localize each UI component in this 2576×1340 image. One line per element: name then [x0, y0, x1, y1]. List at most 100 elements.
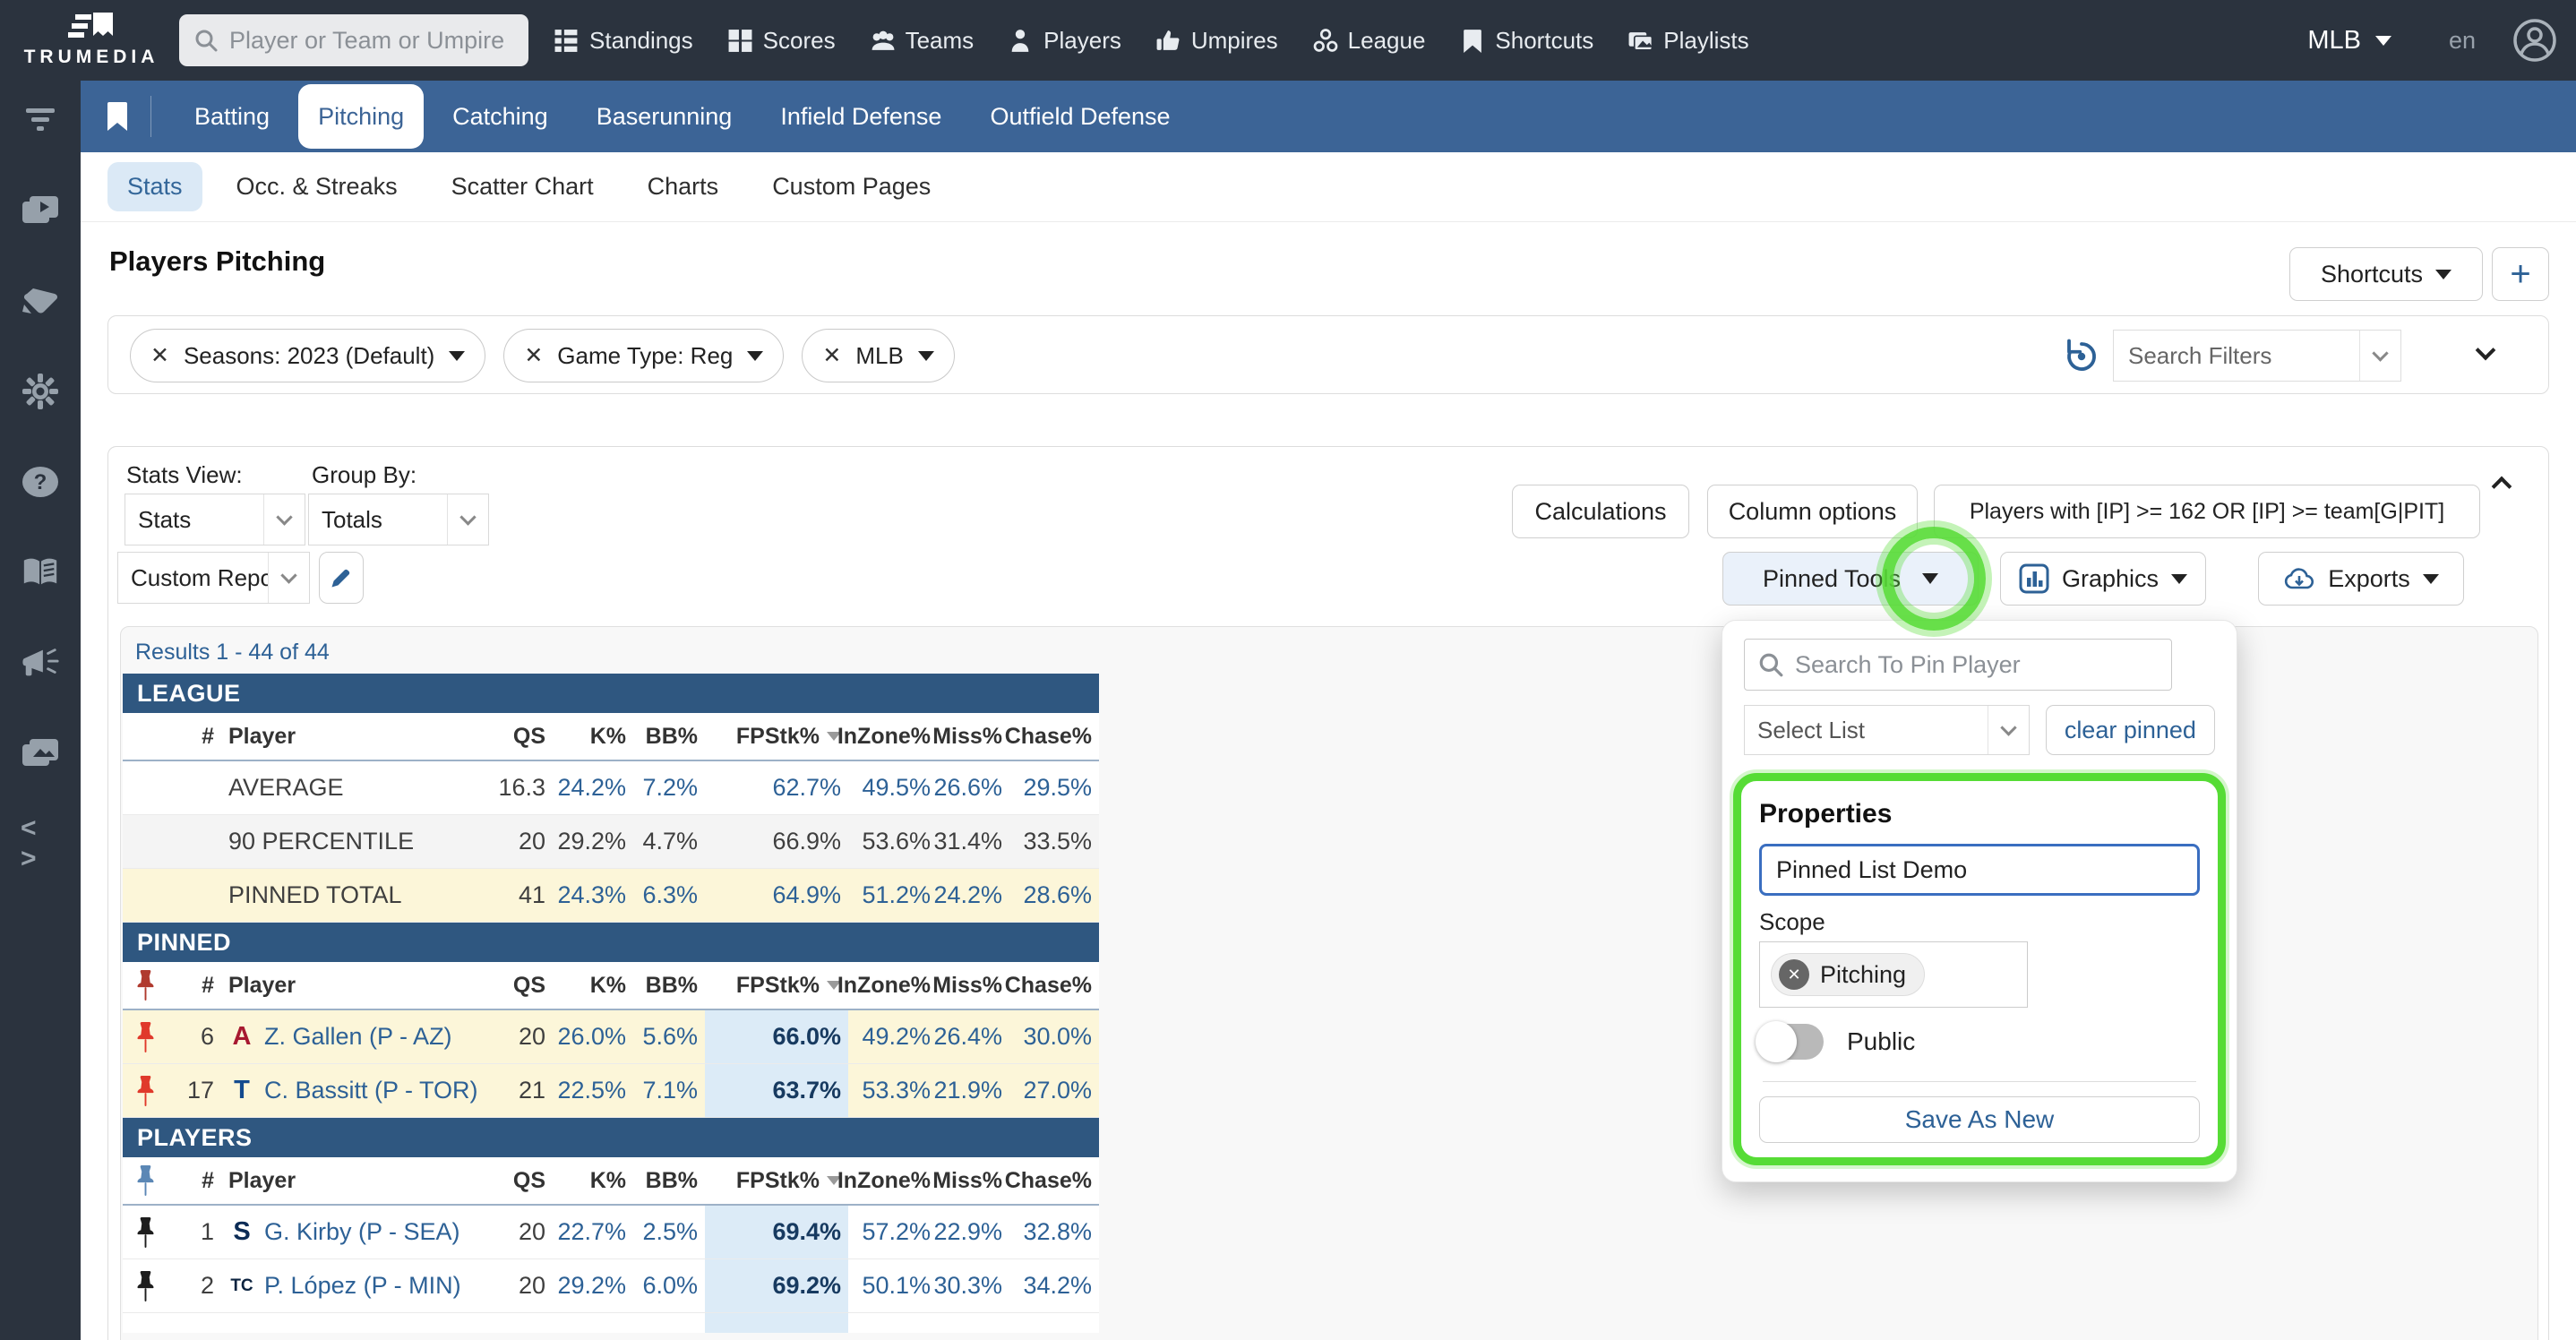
search-filters-select[interactable]: Search Filters — [2113, 330, 2401, 382]
player-link[interactable]: P. López (P - MIN) — [264, 1272, 461, 1300]
filter-chip[interactable]: ✕Seasons: 2023 (Default) — [130, 329, 485, 382]
table-row[interactable]: 1SG. Kirby (P - SEA)2022.7%2.5%69.4%57.2… — [123, 1206, 1099, 1259]
field-icon[interactable] — [21, 281, 60, 321]
pin-player-search-input[interactable] — [1795, 651, 2159, 679]
remove-scope-icon[interactable]: ✕ — [1779, 959, 1809, 990]
col-header-chase[interactable]: Chase% — [1009, 713, 1099, 760]
user-avatar-icon[interactable] — [2512, 17, 2558, 64]
global-search-input[interactable]: Player or Team or Umpire — [179, 14, 528, 66]
filters-icon[interactable] — [21, 100, 60, 140]
col-header-miss[interactable]: Miss% — [938, 1157, 1009, 1204]
shortcuts-button[interactable]: Shortcuts — [2289, 247, 2483, 301]
col-header-num[interactable]: # — [167, 1157, 221, 1204]
settings-gear-icon[interactable] — [21, 372, 60, 411]
glossary-book-icon[interactable] — [21, 553, 60, 592]
filter-history-icon[interactable] — [2063, 338, 2100, 375]
pin-icon[interactable] — [123, 1010, 167, 1063]
col-header-k[interactable]: K% — [553, 713, 633, 760]
public-toggle[interactable] — [1759, 1024, 1824, 1060]
col-header-qs[interactable]: QS — [490, 962, 553, 1009]
sport-tab-catching[interactable]: Catching — [433, 81, 568, 152]
top-nav-teams[interactable]: Teams — [870, 27, 975, 55]
table-row[interactable]: AVERAGE16.324.2%7.2%62.7%49.5%26.6%29.5% — [123, 761, 1099, 815]
save-as-new-button[interactable]: Save As New — [1759, 1096, 2200, 1143]
col-header-miss[interactable]: Miss% — [938, 962, 1009, 1009]
collapse-panel-chevron-icon[interactable] — [2492, 477, 2512, 497]
group-by-select[interactable]: Totals — [308, 494, 489, 545]
view-tab-occ-streaks[interactable]: Occ. & Streaks — [217, 162, 417, 211]
player-link[interactable]: G. Kirby (P - SEA) — [264, 1218, 460, 1246]
bookmark-icon[interactable] — [106, 100, 129, 133]
sport-tab-pitching[interactable]: Pitching — [298, 84, 424, 149]
select-list-dropdown[interactable]: Select List — [1744, 705, 2030, 755]
sport-tab-outfield-defense[interactable]: Outfield Defense — [970, 81, 1189, 152]
col-header-k[interactable]: K% — [553, 1157, 633, 1204]
view-tab-charts[interactable]: Charts — [628, 162, 739, 211]
help-icon[interactable]: ? — [21, 462, 60, 502]
list-name-input[interactable] — [1759, 844, 2200, 896]
collapse-filters-chevron-icon[interactable] — [2476, 340, 2496, 361]
remove-filter-icon[interactable]: ✕ — [822, 342, 841, 369]
sport-tab-batting[interactable]: Batting — [175, 81, 289, 152]
top-nav-playlists[interactable]: Playlists — [1627, 27, 1748, 55]
col-header-qs[interactable]: QS — [490, 713, 553, 760]
pin-header-icon[interactable] — [123, 962, 167, 1009]
column-options-button[interactable]: Column options — [1707, 485, 1918, 538]
video-library-icon[interactable] — [21, 191, 60, 230]
pin-player-search[interactable] — [1744, 639, 2172, 691]
col-header-k[interactable]: K% — [553, 962, 633, 1009]
table-row[interactable]: PINNED TOTAL4124.3%6.3%64.9%51.2%24.2%28… — [123, 869, 1099, 923]
col-header-chase[interactable]: Chase% — [1009, 962, 1099, 1009]
edit-report-button[interactable] — [319, 552, 364, 604]
pin-icon[interactable] — [123, 1259, 167, 1312]
col-header-bb[interactable]: BB% — [633, 962, 705, 1009]
locale-indicator[interactable]: en — [2449, 27, 2476, 55]
remove-filter-icon[interactable]: ✕ — [524, 342, 543, 369]
view-tab-scatter-chart[interactable]: Scatter Chart — [432, 162, 614, 211]
col-header-bb[interactable]: BB% — [633, 713, 705, 760]
top-nav-standings[interactable]: Standings — [554, 27, 693, 55]
view-tab-stats[interactable]: Stats — [107, 162, 202, 211]
col-header-player[interactable]: Player — [221, 1157, 490, 1204]
pin-icon[interactable] — [123, 1206, 167, 1258]
table-row[interactable]: 6AZ. Gallen (P - AZ)2026.0%5.6%66.0%49.2… — [123, 1010, 1099, 1064]
top-nav-players[interactable]: Players — [1008, 27, 1121, 55]
col-header-inzone[interactable]: InZone% — [848, 713, 938, 760]
player-link[interactable]: Z. Gallen (P - AZ) — [264, 1023, 452, 1051]
media-gallery-icon[interactable] — [21, 734, 60, 773]
scope-box[interactable]: ✕ Pitching — [1759, 941, 2028, 1008]
top-nav-scores[interactable]: Scores — [727, 27, 836, 55]
top-nav-umpires[interactable]: Umpires — [1155, 27, 1278, 55]
view-tab-custom-pages[interactable]: Custom Pages — [752, 162, 950, 211]
col-header-miss[interactable]: Miss% — [938, 713, 1009, 760]
col-header-fpstk[interactable]: FPStk% — [705, 713, 848, 760]
col-header-player[interactable]: Player — [221, 962, 490, 1009]
stats-view-select[interactable]: Stats — [125, 494, 305, 545]
graphics-button[interactable]: Graphics — [2000, 552, 2206, 606]
col-header-chase[interactable]: Chase% — [1009, 1157, 1099, 1204]
league-selector[interactable]: MLB — [2307, 26, 2391, 56]
col-header-num[interactable]: # — [167, 962, 221, 1009]
pinned-tools-button[interactable]: Pinned Tools — [1722, 552, 1979, 606]
table-row[interactable]: 2TCP. López (P - MIN)2029.2%6.0%69.2%50.… — [123, 1259, 1099, 1313]
pin-icon[interactable] — [123, 1064, 167, 1117]
player-filter-expression[interactable]: Players with [IP] >= 162 OR [IP] >= team… — [1934, 485, 2480, 538]
add-page-button[interactable]: + — [2492, 247, 2549, 301]
player-link[interactable]: C. Bassitt (P - TOR) — [264, 1077, 478, 1104]
col-header-bb[interactable]: BB% — [633, 1157, 705, 1204]
col-header-fpstk[interactable]: FPStk% — [705, 1157, 848, 1204]
remove-filter-icon[interactable]: ✕ — [150, 342, 169, 369]
col-header-num[interactable]: # — [167, 713, 221, 760]
sport-tab-infield-defense[interactable]: Infield Defense — [760, 81, 961, 152]
results-count[interactable]: Results 1 - 44 of 44 — [135, 640, 330, 666]
announcements-icon[interactable] — [21, 643, 60, 683]
col-header-inzone[interactable]: InZone% — [848, 962, 938, 1009]
col-header-inzone[interactable]: InZone% — [848, 1157, 938, 1204]
pin-header-icon[interactable] — [123, 1157, 167, 1204]
code-embed-icon[interactable]: < > — [21, 824, 60, 863]
top-nav-league[interactable]: League — [1312, 27, 1426, 55]
clear-pinned-button[interactable]: clear pinned — [2046, 705, 2215, 755]
calculations-button[interactable]: Calculations — [1512, 485, 1689, 538]
col-header-player[interactable]: Player — [221, 713, 490, 760]
table-row[interactable]: 17TC. Bassitt (P - TOR)2122.5%7.1%63.7%5… — [123, 1064, 1099, 1118]
